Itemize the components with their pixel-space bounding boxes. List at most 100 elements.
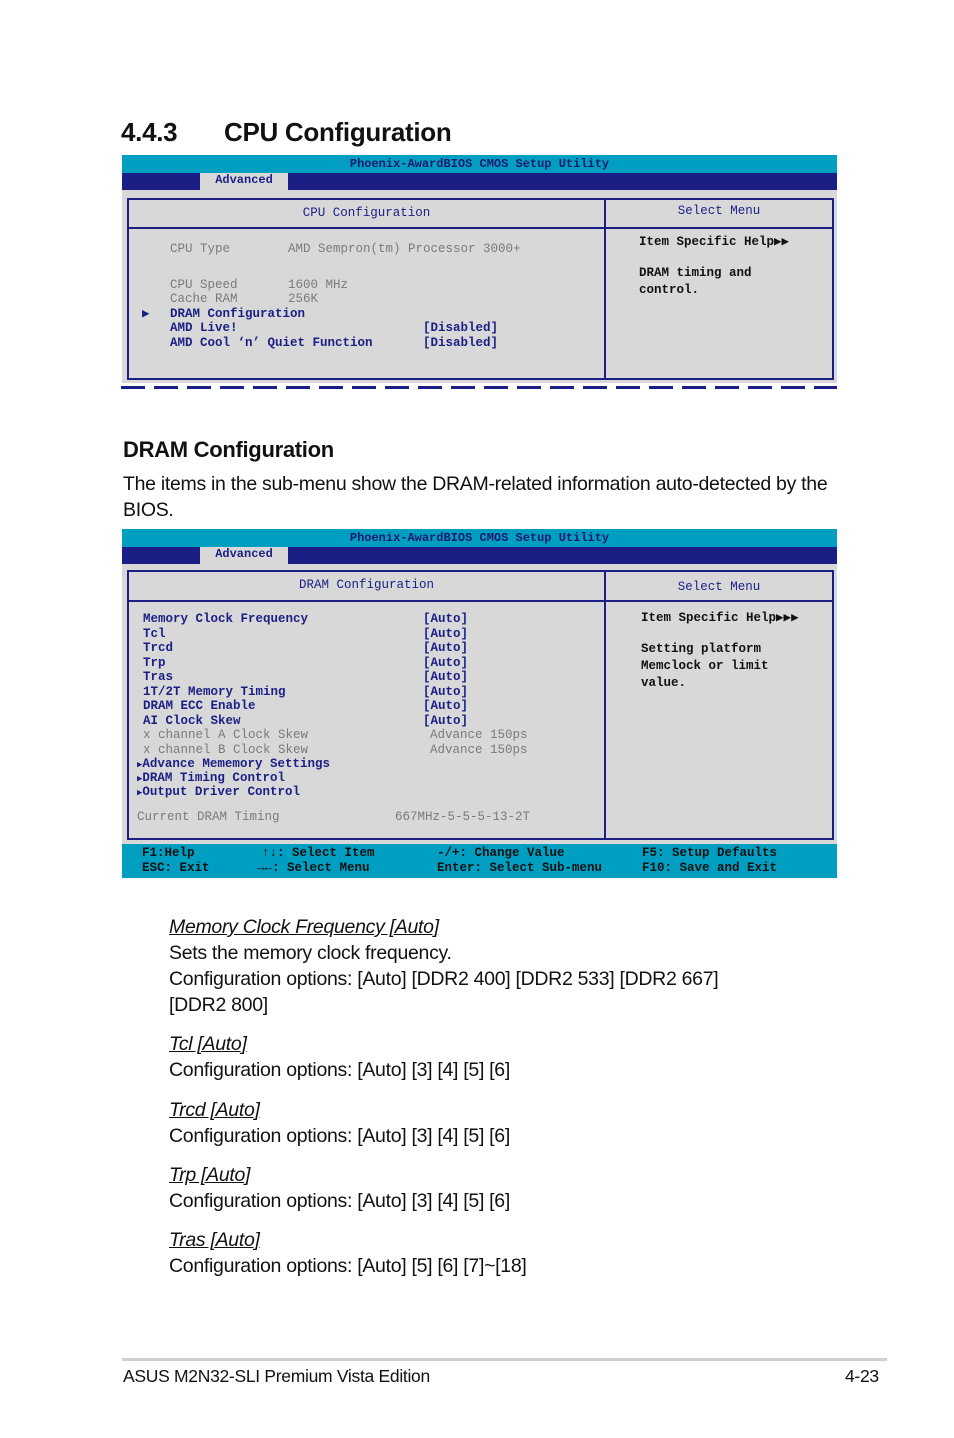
menu-item[interactable]: AI Clock Skew [Auto] <box>143 713 468 728</box>
info-row-cpu-type: CPU Type AMD Sempron(tm) Processor 3000+ <box>170 242 521 256</box>
menu-item-value: [Auto] <box>423 699 469 713</box>
menu-item-value: [Auto] <box>423 655 469 670</box>
item-value: Advance 150ps <box>430 743 528 757</box>
key-select-submenu: Enter: Select Sub-menu <box>437 861 603 875</box>
info-value: 1600 MHz <box>288 278 349 292</box>
help-heading-text: Item Specific Help <box>639 235 775 249</box>
timing-label: Current DRAM Timing <box>137 810 280 824</box>
menu-item-value: [Auto] <box>423 684 469 699</box>
menu-item-amd-live[interactable]: AMD Live! [Disabled] <box>170 321 498 335</box>
help-line: DRAM timing and <box>639 266 752 280</box>
disabled-item-channel-a-skew: x channel A Clock Skew Advance 150ps <box>143 728 528 742</box>
key-setup-defaults: F5: Setup Defaults <box>642 846 778 860</box>
submenu-dram-timing-control[interactable]: ▶DRAM Timing Control <box>137 771 285 786</box>
info-label: Cache RAM <box>170 292 238 306</box>
menu-item[interactable]: Trp [Auto] <box>143 655 468 670</box>
option-description: Sets the memory clock frequency. <box>169 942 452 964</box>
menu-item[interactable]: Tras [Auto] <box>143 670 468 684</box>
submenu-output-driver-control[interactable]: ▶Output Driver Control <box>137 785 300 800</box>
timing-value: 667MHz-5-5-5-13-2T <box>395 810 531 824</box>
menu-item[interactable]: DRAM ECC Enable [Auto] <box>143 699 468 713</box>
section-heading: 4.4.3 CPU Configuration <box>121 117 452 148</box>
info-row-cache-ram: Cache RAM 256K <box>170 292 318 306</box>
item-label: x channel B Clock Skew <box>143 743 309 757</box>
tab-advanced[interactable]: Advanced <box>200 547 288 564</box>
key-select-item: ↑↓: Select Item <box>262 846 375 860</box>
option-name: Tcl [Auto] <box>169 1033 247 1055</box>
section-number: 4.4.3 <box>121 117 178 147</box>
submenu-advance-memory-settings[interactable]: ▶Advance Mememory Settings <box>137 757 330 772</box>
help-line: value. <box>641 676 687 690</box>
panel-title: CPU Configuration <box>302 206 431 220</box>
bios-menu-bar: Advanced <box>122 547 837 564</box>
option-trcd: Trcd [Auto] Configuration options: [Auto… <box>169 1097 510 1149</box>
menu-item-value: [Auto] <box>423 641 469 655</box>
option-tcl: Tcl [Auto] Configuration options: [Auto]… <box>169 1031 510 1083</box>
item-label: x channel A Clock Skew <box>143 728 309 742</box>
menu-item-label: Memory Clock Frequency <box>143 612 309 626</box>
menu-item-value: [Auto] <box>423 713 469 728</box>
subsection-title: DRAM Configuration <box>123 437 334 462</box>
menu-item-label: Tcl <box>143 626 166 641</box>
info-value: 256K <box>288 292 319 306</box>
option-description: Configuration options: [Auto] [5] [6] [7… <box>169 1255 527 1277</box>
key-save-exit: F10: Save and Exit <box>642 861 778 875</box>
option-memory-clock-frequency: Memory Clock Frequency [Auto] Sets the m… <box>169 914 719 1018</box>
submenu-label: Advance Mememory Settings <box>142 757 330 771</box>
help-heading: Item Specific Help▶▶▶ <box>641 610 799 627</box>
continuation-dashes <box>121 386 837 389</box>
menu-item-label: 1T/2T Memory Timing <box>143 684 286 699</box>
help-text: Item Specific Help▶▶▶ Setting platform M… <box>641 610 799 692</box>
menu-item-value: [Auto] <box>423 626 469 641</box>
menu-item-label: Tras <box>143 670 174 684</box>
option-description: Configuration options: [Auto] [DDR2 400]… <box>169 968 719 990</box>
tab-advanced[interactable]: Advanced <box>200 173 288 190</box>
double-arrow-icon: ▶▶ <box>774 235 790 249</box>
help-line: Setting platform <box>641 642 762 656</box>
item-value: Advance 150ps <box>430 728 528 742</box>
disabled-item-channel-b-skew: x channel B Clock Skew Advance 150ps <box>143 743 528 757</box>
option-name: Trcd [Auto] <box>169 1099 260 1121</box>
current-dram-timing: Current DRAM Timing 667MHz-5-5-5-13-2T <box>137 810 530 824</box>
info-row-cpu-speed: CPU Speed 1600 MHz <box>170 278 348 292</box>
menu-item-dram-configuration[interactable]: ▶ DRAM Configuration <box>142 307 305 321</box>
menu-item[interactable]: Trcd [Auto] <box>143 641 468 655</box>
submenu-label: Output Driver Control <box>142 785 300 799</box>
option-description: Configuration options: [Auto] [3] [4] [5… <box>169 1190 510 1212</box>
help-text: Item Specific Help▶▶ DRAM timing and con… <box>639 234 789 299</box>
help-line: Memclock or limit <box>641 659 769 673</box>
bios-screen-dram-configuration: Phoenix-AwardBIOS CMOS Setup Utility Adv… <box>122 529 837 878</box>
menu-item-value: [Auto] <box>423 670 469 684</box>
bios-title-bar: Phoenix-AwardBIOS CMOS Setup Utility <box>122 529 837 547</box>
option-tras: Tras [Auto] Configuration options: [Auto… <box>169 1227 527 1279</box>
menu-item-value: [Disabled] <box>423 336 499 350</box>
option-name: Trp [Auto] <box>169 1164 251 1186</box>
menu-item-label: Trp <box>143 655 166 670</box>
header-divider <box>129 227 832 229</box>
panel-title: DRAM Configuration <box>298 578 435 592</box>
help-panel-title: Select Menu <box>677 580 761 594</box>
footer-page-number: 4-23 <box>845 1366 879 1386</box>
menu-item-amd-cool-n-quiet[interactable]: AMD Cool ‘n’ Quiet Function [Disabled] <box>170 336 498 350</box>
info-label: CPU Type <box>170 242 231 256</box>
option-name: Tras [Auto] <box>169 1229 260 1251</box>
triple-arrow-icon: ▶▶▶ <box>776 611 799 625</box>
bios-menu-bar: Advanced <box>122 173 837 190</box>
menu-item-label: AI Clock Skew <box>143 713 241 728</box>
key-change-value: -/+: Change Value <box>437 846 565 860</box>
menu-item-label: AMD Live! <box>170 321 238 335</box>
menu-item[interactable]: Tcl [Auto] <box>143 626 468 641</box>
menu-item[interactable]: 1T/2T Memory Timing [Auto] <box>143 684 468 699</box>
submenu-arrow-icon: ▶ <box>142 307 150 321</box>
header-divider <box>129 600 832 602</box>
menu-item[interactable]: Memory Clock Frequency [Auto] <box>143 612 468 626</box>
option-description: [DDR2 800] <box>169 994 268 1016</box>
help-heading: Item Specific Help▶▶ <box>639 234 789 251</box>
bios-main-frame: DRAM Configuration Select Menu Memory Cl… <box>127 570 834 840</box>
info-label: CPU Speed <box>170 278 238 292</box>
panel-divider <box>604 572 606 838</box>
footer-rule <box>122 1358 887 1361</box>
option-description: Configuration options: [Auto] [3] [4] [5… <box>169 1059 510 1081</box>
help-line: control. <box>639 283 700 297</box>
bios-screen-cpu-configuration: Phoenix-AwardBIOS CMOS Setup Utility Adv… <box>122 155 837 383</box>
